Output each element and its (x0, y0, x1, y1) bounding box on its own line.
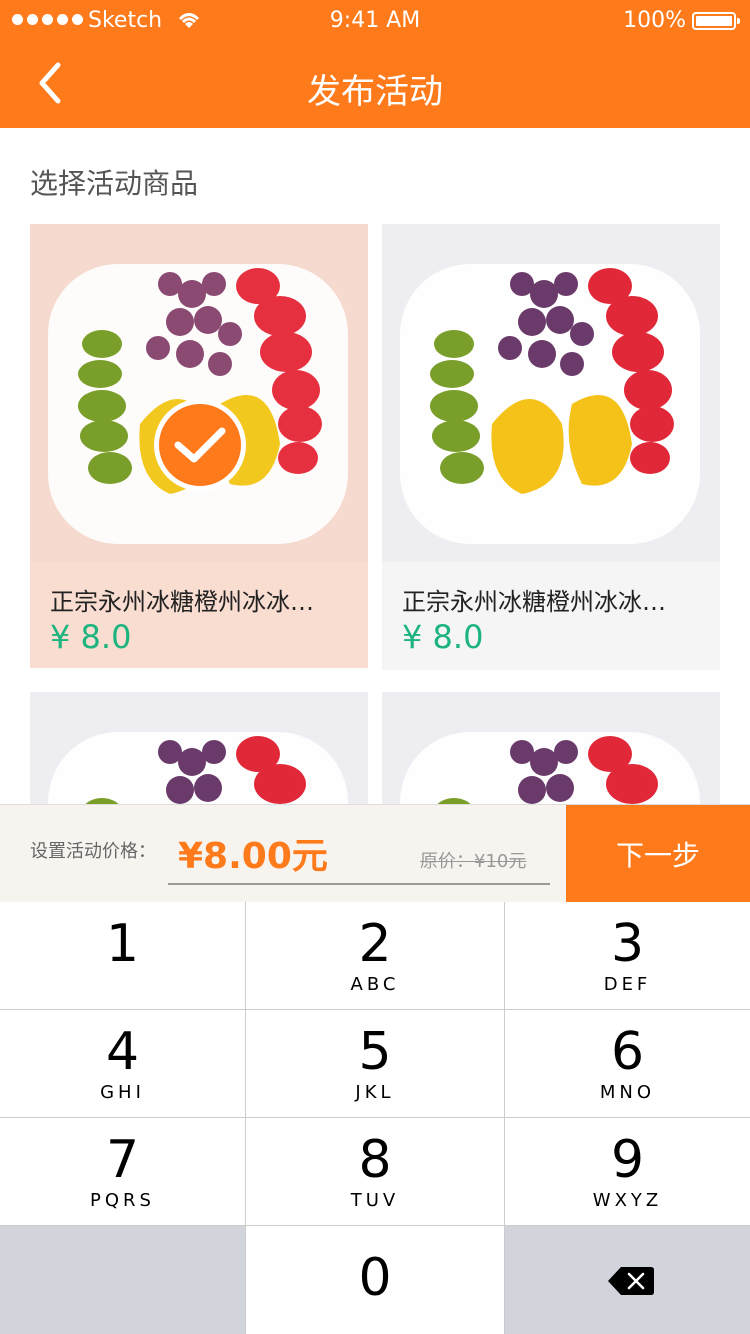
key-letters: WXYZ (592, 1190, 663, 1211)
key-digit: 9 (610, 1130, 645, 1190)
delete-key[interactable] (505, 1226, 750, 1334)
key-letters: ABC (350, 974, 400, 995)
key-0[interactable]: 0 (246, 1226, 505, 1334)
key-4[interactable]: 4 GHI (0, 1010, 246, 1118)
key-letters: JKL (355, 1082, 395, 1103)
key-digit: 8 (358, 1130, 392, 1190)
battery-percent: 100% (623, 8, 686, 33)
header: Sketch 9:41 AM 100% 发布活动 (0, 0, 750, 128)
price-bar: 设置活动价格： ¥8.00元 原价：¥10元 下一步 (0, 804, 750, 903)
key-letters: DEF (603, 974, 652, 995)
key-7[interactable]: 7 PQRS (0, 1118, 246, 1226)
activity-price-input[interactable]: ¥8.00元 (178, 827, 328, 879)
page-title: 发布活动 (307, 72, 443, 112)
key-2[interactable]: 2 ABC (246, 902, 505, 1010)
product-title: 正宗永州冰糖橙州冰冰… (402, 588, 666, 616)
product-image (30, 224, 368, 562)
key-digit: 1 (105, 914, 140, 974)
key-letters: MNO (599, 1082, 656, 1103)
key-9[interactable]: 9 WXYZ (505, 1118, 750, 1226)
numeric-keypad: 1 2 ABC 3 DEF 4 GHI 5 JKL 6 MNO 7 PQRS 8… (0, 902, 750, 1334)
selected-check-icon (154, 399, 246, 491)
product-image (30, 692, 368, 804)
product-card[interactable]: 正宗永州冰糖橙州冰冰… ¥ 8.0 (382, 224, 720, 670)
key-blank (0, 1226, 246, 1334)
price-label: 设置活动价格： (30, 841, 156, 862)
product-price: ¥ 8.0 (50, 618, 132, 656)
product-card[interactable] (30, 692, 368, 804)
product-card[interactable] (382, 692, 720, 804)
product-card[interactable]: 正宗永州冰糖橙州冰冰… ¥ 8.0 (30, 224, 368, 668)
product-image (382, 224, 720, 562)
key-6[interactable]: 6 MNO (505, 1010, 750, 1118)
key-letters: TUV (350, 1190, 400, 1211)
next-button[interactable]: 下一步 (566, 805, 750, 903)
key-digit: 6 (610, 1022, 645, 1082)
key-letters: GHI (100, 1082, 145, 1103)
key-digit: 3 (610, 914, 645, 974)
key-letters: PQRS (90, 1190, 155, 1211)
original-price: 原价：¥10元 (420, 851, 527, 872)
product-image (382, 692, 720, 804)
key-5[interactable]: 5 JKL (246, 1010, 505, 1118)
section-title: 选择活动商品 (30, 167, 199, 200)
key-digit: 2 (358, 914, 392, 974)
price-underline (168, 883, 550, 885)
key-digit: 5 (358, 1022, 392, 1082)
status-bar: Sketch 9:41 AM 100% (0, 0, 750, 40)
key-digit: 0 (358, 1248, 392, 1308)
backspace-icon (608, 1267, 654, 1295)
key-digit: 4 (105, 1022, 140, 1082)
key-3[interactable]: 3 DEF (505, 902, 750, 1010)
battery-icon (692, 12, 740, 30)
key-1[interactable]: 1 (0, 902, 246, 1010)
key-8[interactable]: 8 TUV (246, 1118, 505, 1226)
key-digit: 7 (105, 1130, 140, 1190)
product-title: 正宗永州冰糖橙州冰冰… (50, 588, 314, 616)
product-price: ¥ 8.0 (402, 618, 484, 656)
